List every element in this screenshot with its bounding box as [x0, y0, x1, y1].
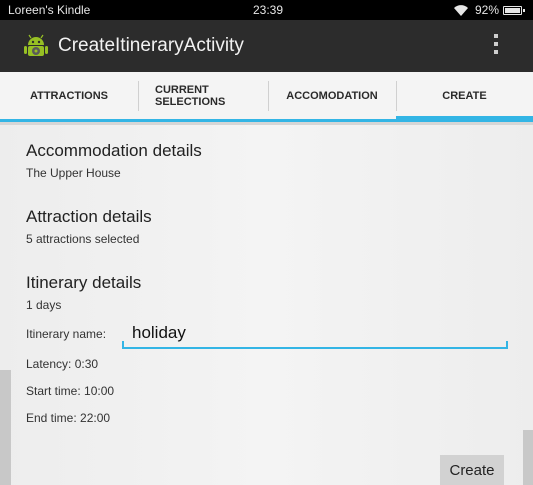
tab-current-selections-label: CURRENT SELECTIONS — [155, 83, 226, 108]
status-bar: Loreen's Kindle 23:39 92% — [0, 0, 533, 20]
create-button[interactable]: Create — [440, 455, 504, 485]
accommodation-value: The Upper House — [26, 166, 121, 180]
activity-title: CreateItineraryActivity — [58, 35, 244, 56]
end-time-text: End time: 22:00 — [26, 411, 111, 425]
attraction-heading: Attraction details — [26, 207, 152, 226]
clock: 23:39 — [253, 3, 284, 17]
tab-create[interactable]: CREATE — [396, 72, 533, 119]
selected-tab-indicator — [396, 116, 533, 122]
tab-attractions[interactable]: ATTRACTIONS — [0, 72, 138, 119]
battery-icon — [503, 6, 525, 15]
input-underline — [122, 347, 508, 349]
battery-percentage: 92% — [475, 3, 500, 17]
android-app-icon — [24, 34, 48, 56]
input-underline — [506, 341, 508, 349]
itinerary-heading: Itinerary details — [26, 273, 142, 292]
device-name: Loreen's Kindle — [8, 3, 91, 17]
tab-accomodation[interactable]: ACCOMODATION — [268, 72, 396, 119]
tab-current-selections[interactable]: CURRENT SELECTIONS — [138, 72, 268, 119]
itinerary-name-input[interactable] — [122, 318, 508, 348]
background-panel — [523, 430, 533, 485]
action-bar: CreateItineraryActivity — [0, 20, 533, 72]
background-panel — [0, 370, 11, 485]
start-time-text: Start time: 10:00 — [26, 384, 115, 398]
device-screen: Loreen's Kindle 23:39 92% CreateItinerar… — [0, 0, 533, 485]
input-underline — [122, 341, 124, 349]
attraction-value: 5 attractions selected — [26, 232, 140, 246]
itinerary-name-label: Itinerary name: — [26, 327, 107, 341]
wifi-icon — [454, 5, 468, 16]
create-itinerary-content: Accommodation details The Upper House At… — [0, 125, 533, 485]
itinerary-days: 1 days — [26, 298, 62, 312]
accommodation-heading: Accommodation details — [26, 141, 202, 160]
overflow-menu-icon[interactable] — [493, 34, 499, 56]
latency-text: Latency: 0:30 — [26, 357, 99, 371]
tab-bar: ATTRACTIONS CURRENT SELECTIONS ACCOMODAT… — [0, 72, 533, 122]
